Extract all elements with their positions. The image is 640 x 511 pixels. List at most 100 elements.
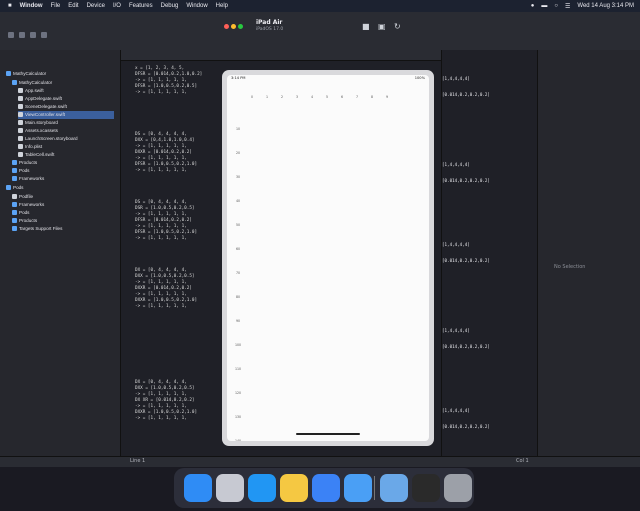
- code-block[interactable]: DX = [0, 4, 4, 4, 4, DXX = [1.0,0.5,0.2,…: [135, 268, 197, 310]
- nav-item[interactable]: Pods: [12, 209, 114, 217]
- finder-icon[interactable]: [184, 474, 212, 502]
- apple-menu-icon[interactable]: ■: [8, 3, 12, 9]
- swift-file-icon: [18, 152, 23, 158]
- project-navigator: MathyCalculator MathyCalculator App.swift A…: [0, 50, 121, 456]
- menu-item-app[interactable]: Window: [20, 3, 43, 9]
- menu-bar: ■ Window File Edit Device I/O Features D…: [0, 0, 640, 12]
- stop-icon[interactable]: [30, 32, 36, 38]
- nav-item[interactable]: AppDelegate.swift: [18, 95, 114, 103]
- folder-icon: [12, 226, 17, 232]
- grid-cell: 100: [234, 343, 242, 347]
- status-line: Line 1: [130, 458, 146, 464]
- menubar-clock[interactable]: Wed 14 Aug 3:14 PM: [577, 3, 634, 9]
- grid-row: 20: [227, 151, 429, 156]
- menu-item-io[interactable]: I/O: [113, 3, 121, 9]
- run-icon[interactable]: [19, 32, 25, 38]
- result-value: [1,4,4,4,4]: [442, 242, 470, 247]
- menu-item-device[interactable]: Device: [87, 3, 105, 9]
- nav-item[interactable]: Pods: [12, 167, 114, 175]
- nav-item[interactable]: Assets.xcassets: [18, 127, 114, 135]
- nav-item[interactable]: Main.storyboard: [18, 119, 114, 127]
- home-button-icon[interactable]: ■: [362, 22, 370, 31]
- grid-row: 120: [227, 391, 429, 396]
- menu-item-file[interactable]: File: [51, 3, 61, 9]
- editor-status-bar: Line 1 Col 1: [0, 456, 640, 467]
- nav-item[interactable]: Pods: [6, 184, 114, 192]
- minimize-window-icon[interactable]: [231, 24, 236, 29]
- menu-item-debug[interactable]: Debug: [161, 3, 179, 9]
- simulator-device-name: iPad Air: [256, 19, 283, 26]
- nav-item-label: MathyCalculator: [19, 80, 53, 85]
- notes-icon[interactable]: [280, 474, 308, 502]
- xcode-icon[interactable]: [344, 474, 372, 502]
- trash-icon[interactable]: [444, 474, 472, 502]
- nav-item[interactable]: LaunchScreen.storyboard: [18, 135, 114, 143]
- nav-item[interactable]: TableCell.swift: [18, 151, 114, 159]
- nav-item-label: Pods: [19, 168, 30, 173]
- scheme-icon[interactable]: [41, 32, 47, 38]
- grid-cell: 7: [355, 95, 359, 99]
- rotate-icon[interactable]: ↻: [394, 22, 401, 31]
- code-block[interactable]: DS = [0, 4, 4, 4, 4, DXX = [0,4,1.0,1.0,…: [135, 132, 197, 174]
- menu-item-window[interactable]: Window: [186, 3, 207, 9]
- nav-item[interactable]: MathyCalculator: [6, 70, 114, 78]
- macos-dock: [174, 468, 474, 508]
- simulator-app-icon[interactable]: [312, 474, 340, 502]
- nav-item-label: AppDelegate.swift: [25, 96, 63, 101]
- nav-item-label: Main.storyboard: [25, 120, 58, 125]
- sidebar-toggle-icon[interactable]: [8, 32, 14, 38]
- status-col: Col 1: [516, 458, 529, 464]
- battery-icon[interactable]: ▬: [541, 3, 547, 9]
- grid-row: 100: [227, 343, 429, 348]
- close-window-icon[interactable]: [224, 24, 229, 29]
- grid-cell: 8: [370, 95, 374, 99]
- nav-item[interactable]: Targets Support Files: [12, 225, 114, 233]
- nav-item[interactable]: Frameworks: [12, 175, 114, 183]
- menu-item-features[interactable]: Features: [129, 3, 153, 9]
- nav-item-label: Products: [19, 218, 38, 223]
- code-block[interactable]: DX = [0, 4, 4, 4, 4, DXX = [1.0,0.5,0.2,…: [135, 380, 197, 422]
- nav-item[interactable]: Frameworks: [12, 201, 114, 209]
- wifi-icon[interactable]: ●: [531, 3, 535, 9]
- grid-cell: 20: [235, 151, 241, 155]
- nav-item[interactable]: Products: [12, 159, 114, 167]
- nav-item-label: Frameworks: [19, 176, 45, 181]
- grid-cell: 2: [280, 95, 284, 99]
- safari-icon[interactable]: [248, 474, 276, 502]
- result-value: [0.014,0.2,0.2,0.2]: [442, 178, 490, 183]
- simulator-screen[interactable]: 3:14 PM 100% 0 1 2 3 4 5 6 7 8 9 10 20 30 40 50 60 70 80 9…: [227, 75, 429, 441]
- dock-separator: [374, 476, 375, 500]
- search-icon[interactable]: ○: [554, 3, 558, 9]
- terminal-icon[interactable]: [412, 474, 440, 502]
- menu-item-edit[interactable]: Edit: [68, 3, 78, 9]
- nav-item[interactable]: Info.plist: [18, 143, 114, 151]
- nav-item-label: App.swift: [25, 88, 44, 93]
- nav-item[interactable]: App.swift: [18, 87, 114, 95]
- toolbar-icons: [8, 32, 47, 38]
- code-block[interactable]: DS = [0, 4, 4, 4, 4, DSR = [1.0,0.5,0.2,…: [135, 200, 197, 242]
- nav-item[interactable]: SceneDelegate.swift: [18, 103, 114, 111]
- result-value: [1,4,4,4,4]: [442, 408, 470, 413]
- nav-item[interactable]: ViewController.swift: [18, 111, 114, 119]
- screenshot-icon[interactable]: ▣: [378, 22, 386, 31]
- nav-item[interactable]: Products: [12, 217, 114, 225]
- nav-item-label: Products: [19, 160, 38, 165]
- grid-row: 70: [227, 271, 429, 276]
- zoom-window-icon[interactable]: [238, 24, 243, 29]
- storyboard-icon: [18, 136, 23, 142]
- swift-file-icon: [18, 112, 23, 118]
- code-block[interactable]: x = [1, 2, 3, 4, 5, DFSR = [0.014,0.2,1.…: [135, 66, 202, 96]
- folder-icon: [12, 210, 17, 216]
- launchpad-icon[interactable]: [216, 474, 244, 502]
- grid-cell: 130: [234, 415, 242, 419]
- nav-item[interactable]: MathyCalculator: [12, 79, 114, 87]
- preview-icon[interactable]: [380, 474, 408, 502]
- nav-item-label: Pods: [19, 210, 30, 215]
- nav-item-label: Podfile: [19, 194, 34, 199]
- control-center-icon[interactable]: ☰: [565, 3, 570, 10]
- menu-item-help[interactable]: Help: [216, 3, 228, 9]
- grid-row: 40: [227, 199, 429, 204]
- grid-row: 30: [227, 175, 429, 180]
- grid-cell: 70: [235, 271, 241, 275]
- nav-item[interactable]: Podfile: [12, 193, 114, 201]
